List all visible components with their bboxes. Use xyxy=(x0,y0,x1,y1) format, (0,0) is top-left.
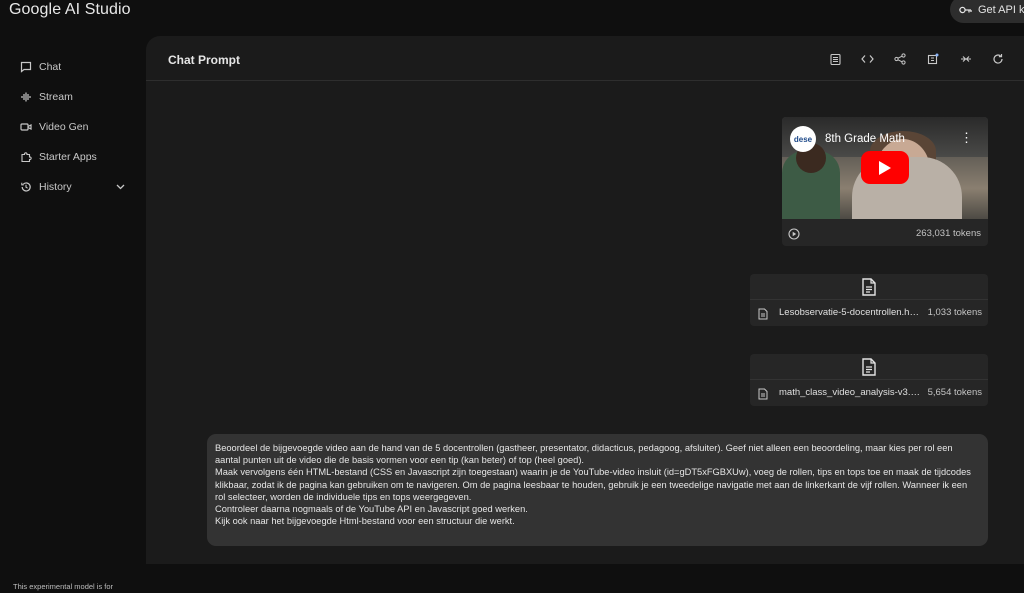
clipboard-icon[interactable] xyxy=(828,52,842,66)
collapse-icon[interactable] xyxy=(959,52,973,66)
get-api-key-label: Get API ke xyxy=(978,3,1024,16)
user-message[interactable]: Beoordeel de bijgevoegde video aan de ha… xyxy=(207,434,988,546)
divider xyxy=(750,379,988,380)
video-camera-icon xyxy=(19,121,32,134)
refresh-icon[interactable] xyxy=(991,52,1005,66)
sidebar-item-chat[interactable]: Chat xyxy=(19,57,61,77)
document-icon xyxy=(758,387,768,405)
history-icon xyxy=(19,181,32,194)
document-icon xyxy=(861,278,877,301)
chevron-down-icon[interactable] xyxy=(116,181,125,193)
share-icon[interactable] xyxy=(893,52,907,66)
sidebar-item-stream[interactable]: Stream xyxy=(19,87,73,107)
sidebar-item-video-gen[interactable]: Video Gen xyxy=(19,117,88,137)
channel-logo[interactable]: dese xyxy=(790,126,816,152)
file-attachment-card[interactable]: math_class_video_analysis-v3.html 5,654 … xyxy=(750,354,988,406)
chat-panel: Chat Prompt dese 8th Grade Math ⋮ 263,03… xyxy=(146,36,1024,564)
play-circle-icon[interactable] xyxy=(788,227,800,245)
sidebar-item-label: Chat xyxy=(39,61,62,73)
sidebar-item-starter-apps[interactable]: Starter Apps xyxy=(19,147,97,167)
sidebar-item-label: History xyxy=(39,181,72,193)
youtube-play-button[interactable] xyxy=(861,151,909,184)
app-title[interactable]: Google AI Studio xyxy=(9,1,131,19)
document-icon xyxy=(861,358,877,381)
file-name: Lesobservatie-5-docentrollen.html xyxy=(779,307,921,318)
more-vert-icon[interactable]: ⋮ xyxy=(960,130,973,146)
video-title[interactable]: 8th Grade Math xyxy=(825,133,905,145)
divider xyxy=(750,299,988,300)
chat-header: Chat Prompt xyxy=(146,36,1024,81)
message-paragraph: Maak vervolgens één HTML-bestand (CSS en… xyxy=(215,467,971,502)
compare-icon[interactable] xyxy=(926,52,940,66)
play-icon xyxy=(879,160,891,175)
sidebar-item-history[interactable]: History xyxy=(19,177,129,197)
token-count: 1,033 tokens xyxy=(927,307,982,318)
top-bar: Google AI Studio Get API ke xyxy=(0,0,1024,36)
message-paragraph: Controleer daarna nogmaals of de YouTube… xyxy=(215,504,528,515)
get-api-key-button[interactable]: Get API ke xyxy=(950,0,1024,23)
model-disclaimer: This experimental model is for xyxy=(13,582,114,591)
message-paragraph: Kijk ook naar het bijgevoegde Html-besta… xyxy=(215,516,515,527)
audio-wave-icon xyxy=(19,91,32,104)
page-title: Chat Prompt xyxy=(168,53,240,67)
puzzle-icon xyxy=(19,151,32,164)
sidebar-item-label: Starter Apps xyxy=(39,151,97,163)
video-footer: 263,031 tokens xyxy=(782,219,988,246)
sidebar: Chat Stream Video Gen Starter Apps Histo… xyxy=(0,36,146,591)
file-attachment-card[interactable]: Lesobservatie-5-docentrollen.html 1,033 … xyxy=(750,274,988,326)
video-thumbnail[interactable]: dese 8th Grade Math ⋮ xyxy=(782,117,988,219)
document-icon xyxy=(758,307,768,325)
sidebar-item-label: Stream xyxy=(39,91,73,103)
video-attachment-card[interactable]: dese 8th Grade Math ⋮ 263,031 tokens xyxy=(782,117,988,246)
code-icon[interactable] xyxy=(860,52,874,66)
sidebar-item-label: Video Gen xyxy=(39,121,89,133)
token-count: 5,654 tokens xyxy=(927,387,982,398)
file-name: math_class_video_analysis-v3.html xyxy=(779,387,921,398)
chat-bubble-icon xyxy=(19,61,32,74)
key-icon xyxy=(959,6,972,13)
message-paragraph: Beoordeel de bijgevoegde video aan de ha… xyxy=(215,443,953,466)
token-count: 263,031 tokens xyxy=(916,228,981,239)
